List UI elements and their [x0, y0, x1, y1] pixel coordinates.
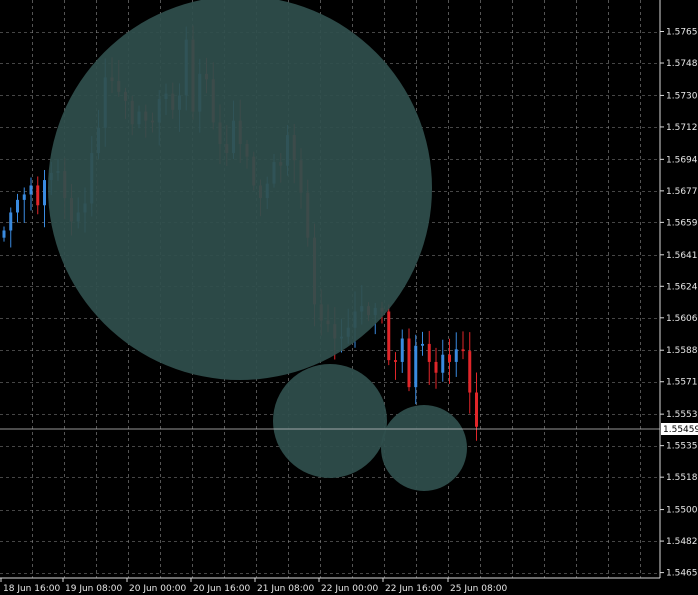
- candle-body: [414, 345, 418, 388]
- candle-body: [36, 185, 40, 206]
- candle-body: [434, 361, 438, 373]
- x-tick-label: 22 Jun 16:00: [385, 584, 442, 594]
- x-tick-label: 21 Jun 08:00: [257, 584, 314, 594]
- candle-body: [448, 354, 451, 362]
- candle-body: [454, 349, 458, 362]
- candle-body: [407, 338, 411, 388]
- x-tick-label: 19 Jun 08:00: [65, 584, 122, 594]
- y-tick-label: 1.55710: [666, 378, 698, 388]
- x-tick-label: 20 Jun 00:00: [129, 584, 186, 594]
- y-tick-label: 1.55885: [666, 346, 698, 356]
- y-tick-label: 1.56945: [666, 155, 698, 165]
- y-tick-label: 1.55000: [666, 506, 698, 516]
- y-tick-label: 1.57300: [666, 91, 698, 101]
- candle-body: [16, 199, 19, 213]
- current-price-marker: 1.55459: [661, 423, 698, 435]
- candle-body: [400, 338, 404, 362]
- y-tick-label: 1.55355: [666, 442, 698, 452]
- x-tick-label: 20 Jun 16:00: [193, 584, 250, 594]
- candle-body: [2, 230, 6, 238]
- candle-body: [29, 185, 33, 195]
- candle-body: [9, 212, 13, 231]
- y-tick-label: 1.55530: [666, 410, 698, 420]
- x-tick-label: 25 Jun 08:00: [450, 584, 507, 594]
- current-price-label: 1.55459: [663, 425, 698, 435]
- y-tick-label: 1.57655: [666, 28, 698, 38]
- y-tick-label: 1.56415: [666, 251, 698, 261]
- candle-body: [43, 180, 46, 206]
- y-tick-label: 1.56770: [666, 187, 698, 197]
- candle-body: [394, 360, 397, 362]
- candle-body: [22, 194, 26, 200]
- price-chart: 1.57655 1.57480 1.57300 1.57125 1.56945 1.567…: [0, 0, 698, 595]
- y-tick-label: 1.54650: [666, 569, 698, 579]
- candle-body: [475, 392, 478, 427]
- highlight-bubble: [273, 364, 387, 478]
- candle-body: [421, 343, 424, 346]
- candle-body: [427, 343, 431, 362]
- y-tick-label: 1.57125: [666, 123, 698, 133]
- candle-body: [461, 349, 465, 352]
- y-tick-label: 1.56065: [666, 314, 698, 324]
- highlight-bubble: [381, 405, 467, 491]
- candle-body: [468, 351, 472, 393]
- x-tick-label: 18 Jun 16:00: [3, 584, 60, 594]
- y-tick-label: 1.54825: [666, 537, 698, 547]
- candle-body: [387, 311, 391, 361]
- y-tick-label: 1.57480: [666, 59, 698, 69]
- x-tick-label: 22 Jun 00:00: [321, 584, 378, 594]
- highlight-bubble: [48, 0, 432, 380]
- y-tick-label: 1.56595: [666, 218, 698, 228]
- y-tick-label: 1.55180: [666, 473, 698, 483]
- candle-body: [441, 354, 445, 373]
- y-tick-label: 1.56240: [666, 282, 698, 292]
